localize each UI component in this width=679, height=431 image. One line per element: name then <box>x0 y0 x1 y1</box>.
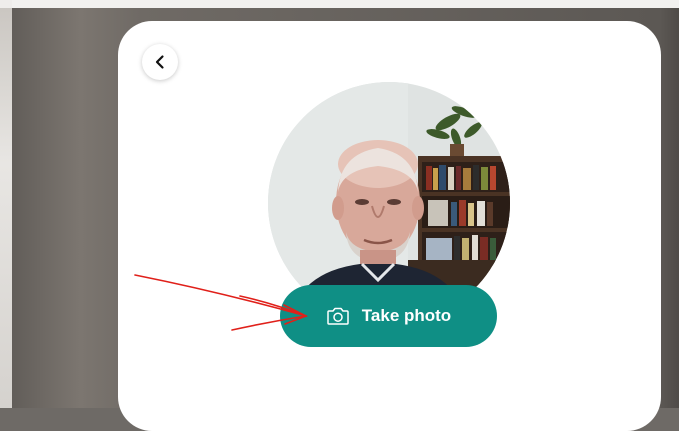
back-button[interactable] <box>142 44 178 80</box>
take-photo-label: Take photo <box>361 306 452 325</box>
take-photo-button[interactable]: Take photo <box>280 285 497 347</box>
camera-icon <box>326 306 350 326</box>
top-strip <box>12 0 679 8</box>
chevron-left-icon <box>152 54 168 70</box>
